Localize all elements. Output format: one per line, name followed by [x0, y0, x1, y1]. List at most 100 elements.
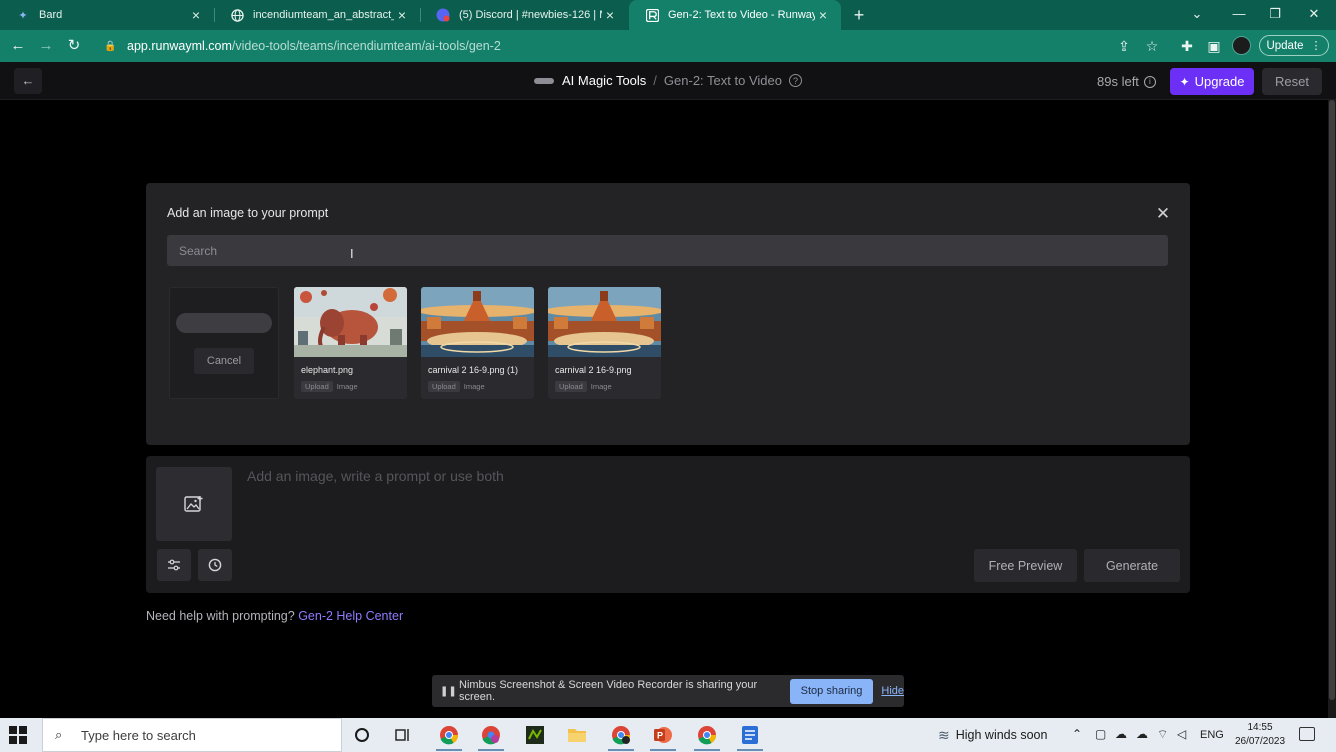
- star-icon[interactable]: ☆: [1141, 35, 1163, 57]
- generate-button[interactable]: Generate: [1084, 549, 1180, 582]
- help-center-link[interactable]: Gen-2 Help Center: [298, 609, 403, 623]
- image-search-input[interactable]: [167, 235, 1168, 266]
- bard-sparkle-icon: ✦: [18, 9, 28, 22]
- image-filename: carnival 2 16-9.png (1): [428, 365, 519, 375]
- image-type-label: Image: [463, 382, 485, 391]
- language-indicator[interactable]: ENG: [1200, 729, 1224, 741]
- volume-icon[interactable]: ◁: [1177, 727, 1186, 741]
- taskbar-search-box[interactable]: ⌕ Type here to search: [42, 718, 342, 752]
- cancel-upload-button[interactable]: Cancel: [194, 348, 254, 374]
- chrome-icon[interactable]: [438, 724, 460, 746]
- image-card-elephant[interactable]: elephant.png Upload Image: [294, 287, 407, 399]
- image-filename: elephant.png: [301, 365, 354, 375]
- profile-avatar[interactable]: [1232, 36, 1251, 55]
- app-back-button[interactable]: ←: [14, 68, 42, 94]
- close-icon[interactable]: ×: [815, 7, 831, 23]
- add-image-button[interactable]: [156, 467, 232, 541]
- globe-icon: [230, 8, 244, 22]
- help-circle-icon[interactable]: ?: [788, 74, 802, 87]
- image-meta: Upload Image: [555, 381, 612, 392]
- generate-label: Generate: [1105, 558, 1159, 573]
- task-view-icon[interactable]: [392, 724, 414, 746]
- tab-bard[interactable]: ✦ Bard ×: [0, 0, 214, 30]
- hide-link[interactable]: Hide: [881, 685, 904, 697]
- url-domain: app.runwayml.com: [127, 39, 232, 53]
- side-panel-icon[interactable]: ▣: [1203, 35, 1225, 57]
- minimize-icon[interactable]: —: [1228, 3, 1250, 25]
- file-explorer-icon[interactable]: [566, 724, 588, 746]
- prompt-input[interactable]: Add an image, write a prompt or use both: [247, 468, 504, 484]
- sliders-icon: [168, 559, 180, 571]
- browser-update-button[interactable]: Update ⋮: [1259, 35, 1329, 56]
- prompt-panel: Add an image, write a prompt or use both…: [146, 456, 1190, 593]
- image-type-label: Image: [336, 382, 358, 391]
- nvidia-icon[interactable]: [524, 724, 546, 746]
- chrome-icon[interactable]: [610, 724, 632, 746]
- wifi-icon[interactable]: ⌔: [1157, 727, 1168, 742]
- tab-runway[interactable]: Gen-2: Text to Video - Runway ×: [629, 0, 841, 30]
- system-clock[interactable]: 14:55 26/07/2023: [1230, 721, 1290, 749]
- tab-discord[interactable]: (5) Discord | #newbies-126 | Mid ×: [420, 0, 628, 30]
- stop-sharing-button[interactable]: Stop sharing: [789, 678, 874, 704]
- new-tab-button[interactable]: +: [849, 4, 869, 26]
- chrome-icon[interactable]: [696, 724, 718, 746]
- pause-icon[interactable]: ❚❚: [440, 686, 457, 697]
- share-icon[interactable]: ⇪: [1113, 35, 1135, 57]
- active-app-indicator: [478, 749, 504, 751]
- close-icon[interactable]: ✕: [1154, 204, 1172, 224]
- image-card-carnival-1[interactable]: carnival 2 16-9.png (1) Upload Image: [421, 287, 534, 399]
- tab-title: (5) Discord | #newbies-126 | Mid: [459, 9, 602, 21]
- onedrive-icon[interactable]: ☁: [1136, 727, 1148, 741]
- cloud-icon[interactable]: ☁: [1115, 727, 1127, 741]
- address-bar[interactable]: 🔒 app.runwayml.com/video-tools/teams/inc…: [92, 33, 1168, 59]
- cortana-icon[interactable]: [351, 724, 373, 746]
- meet-icon[interactable]: ▢: [1095, 727, 1106, 741]
- reset-label: Reset: [1275, 74, 1309, 89]
- scrollbar-thumb[interactable]: [1329, 100, 1335, 700]
- back-arrow-icon[interactable]: ←: [7, 35, 29, 57]
- free-preview-button[interactable]: Free Preview: [974, 549, 1077, 582]
- forward-arrow-icon[interactable]: →: [35, 35, 57, 57]
- tray-arrow-icon[interactable]: ⌃: [1072, 727, 1082, 741]
- active-app-indicator: [737, 749, 763, 751]
- search-icon: ⌕: [55, 727, 63, 742]
- notepad-app-icon[interactable]: [739, 724, 761, 746]
- image-meta: Upload Image: [301, 381, 358, 392]
- image-filename: carnival 2 16-9.png: [555, 365, 632, 375]
- info-icon[interactable]: i: [1143, 75, 1156, 88]
- clock-icon: [208, 558, 222, 572]
- sparkle-icon: ✦: [1179, 74, 1190, 89]
- active-app-indicator: [650, 749, 676, 751]
- windows-start-icon[interactable]: [8, 725, 28, 745]
- active-app-indicator: [436, 749, 462, 751]
- settings-button[interactable]: [157, 549, 191, 581]
- restore-icon[interactable]: ❐: [1264, 3, 1286, 25]
- close-icon[interactable]: ×: [602, 7, 618, 23]
- wind-icon: ≋: [938, 726, 950, 743]
- extensions-puzzle-icon[interactable]: ✚: [1176, 35, 1198, 57]
- text-cursor-icon: I: [350, 246, 354, 261]
- powerpoint-icon[interactable]: P: [652, 724, 674, 746]
- weather-widget[interactable]: ≋ High winds soon: [938, 718, 1047, 752]
- carnival-thumbnail: [548, 287, 661, 357]
- upgrade-button[interactable]: ✦ Upgrade: [1170, 68, 1254, 95]
- reload-icon[interactable]: ↻: [63, 35, 85, 57]
- discord-icon: [436, 8, 450, 22]
- chevron-down-icon[interactable]: ⌄: [1186, 3, 1208, 25]
- notification-icon[interactable]: [1299, 727, 1315, 741]
- close-window-icon[interactable]: ✕: [1303, 3, 1325, 25]
- close-icon[interactable]: ×: [188, 7, 204, 23]
- tab-incendiumteam[interactable]: incendiumteam_an_abstract_pun ×: [214, 0, 420, 30]
- svg-text:P: P: [657, 731, 663, 741]
- image-source-tag: Upload: [428, 381, 460, 392]
- modal-title: Add an image to your prompt: [167, 206, 329, 220]
- page-scrollbar[interactable]: [1328, 100, 1336, 718]
- breadcrumb-ai-magic-tools[interactable]: AI Magic Tools: [562, 73, 646, 88]
- history-button[interactable]: [198, 549, 232, 581]
- windows-taskbar: ⌕ Type here to search P ≋ High winds soo…: [0, 718, 1336, 752]
- tab-title: Bard: [39, 9, 63, 21]
- chrome-profile-icon[interactable]: [480, 724, 502, 746]
- close-icon[interactable]: ×: [394, 7, 410, 23]
- image-card-carnival[interactable]: carnival 2 16-9.png Upload Image: [548, 287, 661, 399]
- reset-button[interactable]: Reset: [1262, 68, 1322, 95]
